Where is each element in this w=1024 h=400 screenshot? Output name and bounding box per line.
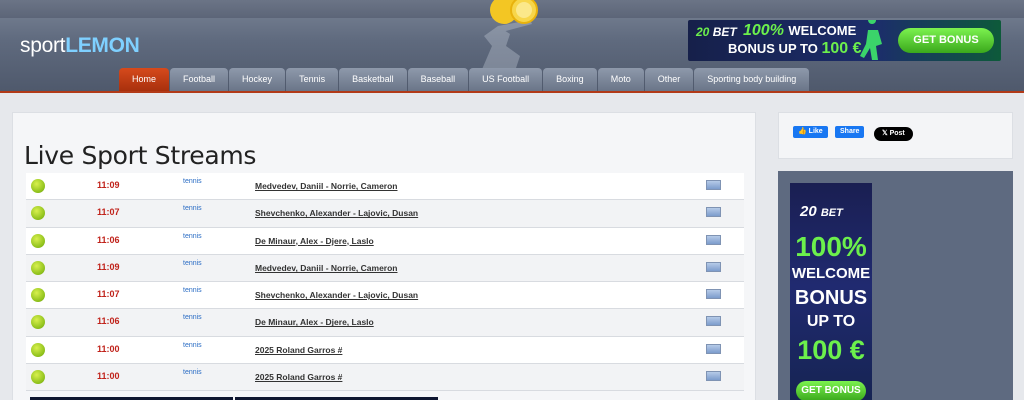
banner-subline: BONUS UP TO 100 € [728,40,862,57]
flag-icon [706,207,721,218]
sidebar-banner-pct: 100% [795,231,867,262]
match-time: 11:07 [97,207,120,218]
page-title: Live Sport Streams [24,141,257,170]
match-time: 11:00 [97,371,120,382]
tab-home[interactable]: Home [119,68,170,91]
flag-icon [706,180,721,190]
tab-tennis[interactable]: Tennis [286,68,339,91]
sidebar-banner-bonus: BONUS [794,287,868,309]
match-link[interactable]: Shevchenko, Alexander - Lajovic, Dusan [255,290,418,300]
x-logo-icon: 𝕏 [882,130,888,137]
header-ad-banner[interactable]: 20 BET 100% WELCOME BONUS UP TO 100 € GE… [688,20,1001,61]
main-content: Live Sport Streams 11:09 tennis Medvedev… [12,112,756,400]
banner-headline: 100% WELCOME [743,22,857,39]
sport-label: tennis [183,369,202,377]
match-link[interactable]: 2025 Roland Garros # [255,372,342,382]
tab-hockey[interactable]: Hockey [229,68,286,91]
get-bonus-button[interactable]: GET BONUS [898,28,994,53]
table-row[interactable]: 11:06 tennis De Minaur, Alex - Djere, La… [26,309,744,337]
match-time: 11:00 [97,343,120,354]
table-row[interactable]: 11:09 tennis Medvedev, Daniil - Norrie, … [26,173,744,201]
table-row[interactable]: 11:09 tennis Medvedev, Daniil - Norrie, … [26,254,744,283]
tennis-ball-icon [31,315,45,330]
sport-label: tennis [183,287,202,295]
logo-suffix: LEMON [65,34,140,57]
tab-boxing[interactable]: Boxing [543,68,597,91]
facebook-like-button[interactable]: 👍 Like [793,126,828,138]
flag-icon [706,234,721,245]
flag-icon [706,343,721,354]
match-link[interactable]: Medvedev, Daniil - Norrie, Cameron [255,181,398,191]
sidebar-banner-upto: UP TO [806,313,856,330]
table-row[interactable]: 11:07 tennis Shevchenko, Alexander - Laj… [26,282,744,310]
sport-label: tennis [183,259,202,267]
tab-sporting-body-building[interactable]: Sporting body building [694,68,810,91]
site-logo[interactable]: sportLEMON [20,34,140,58]
flag-icon [706,289,721,300]
match-time: 11:06 [97,234,120,245]
flag-icon [706,371,721,382]
x-post-button[interactable]: 𝕏 Post [874,127,913,141]
match-link[interactable]: De Minaur, Alex - Djere, Laslo [255,317,374,327]
lemon-logo-icon [490,0,538,24]
facebook-share-button[interactable]: Share [835,126,865,138]
match-time: 11:06 [97,316,120,327]
tennis-ball-icon [31,206,45,221]
match-time: 11:07 [97,289,120,300]
tennis-ball-icon [31,233,45,248]
tennis-ball-icon [31,179,45,193]
tab-basketball[interactable]: Basketball [339,68,407,91]
tab-moto[interactable]: Moto [597,68,644,91]
sidebar-banner-welcome: WELCOME [791,265,871,282]
tab-baseball[interactable]: Baseball [407,68,469,91]
sidebar-banner-amount: 100 € [797,335,865,365]
sidebar-banner-brand: 20 BET [800,203,843,220]
sport-label: tennis [183,205,202,213]
match-time: 11:09 [97,261,120,272]
match-link[interactable]: De Minaur, Alex - Djere, Laslo [255,236,374,246]
sidebar-get-bonus-button[interactable]: GET BONUS [796,381,866,400]
flag-icon [706,261,721,272]
streams-table: 11:09 tennis Medvedev, Daniil - Norrie, … [26,173,744,392]
tennis-ball-icon [31,260,45,275]
tennis-ball-icon [31,342,45,357]
table-row[interactable]: 11:00 tennis 2025 Roland Garros # [26,364,744,392]
table-row[interactable]: 11:07 tennis Shevchenko, Alexander - Laj… [26,200,744,228]
logo-prefix: sport [20,34,66,57]
match-link[interactable]: 2025 Roland Garros # [255,345,342,355]
main-nav: Home Football Hockey Tennis Basketball B… [119,68,810,91]
table-row[interactable]: 11:00 tennis 2025 Roland Garros # [26,336,744,365]
banner-brand: 20 BET [696,25,737,39]
tab-other[interactable]: Other [644,68,694,91]
table-row[interactable]: 11:06 tennis De Minaur, Alex - Djere, La… [26,227,744,255]
sport-label: tennis [183,314,202,322]
tennis-ball-icon [31,370,45,385]
sport-label: tennis [183,341,202,349]
sidebar-ad-box: 20 BET 100% WELCOME BONUS UP TO 100 € GE… [778,171,1013,400]
social-share-box: 👍 Like Share 𝕏 Post [778,112,1013,159]
tab-football[interactable]: Football [170,68,229,91]
match-link[interactable]: Medvedev, Daniil - Norrie, Cameron [255,263,398,273]
tennis-ball-icon [31,288,45,303]
match-link[interactable]: Shevchenko, Alexander - Lajovic, Dusan [255,208,418,218]
tab-us-football[interactable]: US Football [469,68,543,91]
sport-label: tennis [183,178,202,185]
flag-icon [706,316,721,327]
sport-label: tennis [183,232,202,240]
sidebar-ad-banner[interactable]: 20 BET 100% WELCOME BONUS UP TO 100 € GE… [790,183,872,400]
match-time: 11:09 [97,180,120,190]
football-player-icon [860,20,882,60]
